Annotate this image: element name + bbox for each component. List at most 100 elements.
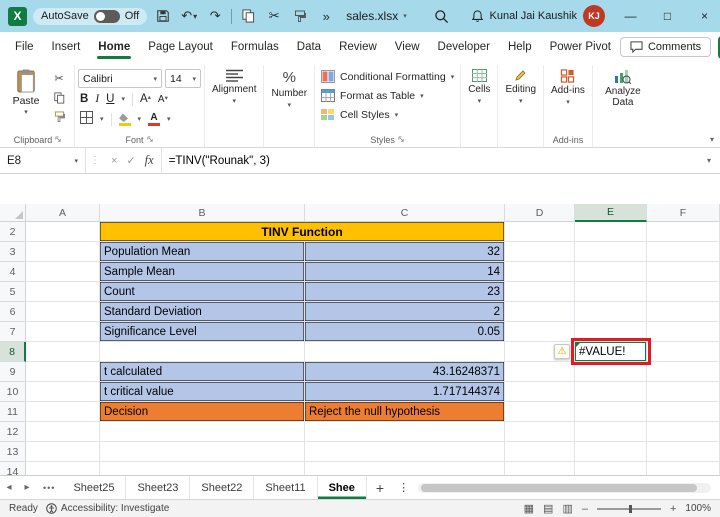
prev-sheet-button[interactable]: ◂ <box>0 482 18 493</box>
cell-B5[interactable]: Count <box>100 282 305 302</box>
cell-E5[interactable] <box>575 282 647 302</box>
font-name-select[interactable]: Calibri ▾ <box>78 69 162 88</box>
bold-button[interactable]: B <box>80 93 88 105</box>
decrease-font-button[interactable]: A▾ <box>158 94 168 105</box>
row-header-3[interactable]: 3 <box>0 242 26 262</box>
document-title[interactable]: sales.xlsx ▾ <box>342 9 411 23</box>
cell-C9[interactable]: 43.16248371 <box>305 362 505 382</box>
fill-color-dropdown-icon[interactable]: ▾ <box>138 115 142 123</box>
cell-B12[interactable] <box>100 422 305 442</box>
row-header-14[interactable]: 14 <box>0 462 26 475</box>
cell-A2[interactable] <box>26 222 100 242</box>
name-box[interactable]: E8 ▾ <box>0 148 86 173</box>
cell-D14[interactable] <box>505 462 575 475</box>
cell-E14[interactable] <box>575 462 647 475</box>
page-break-view-button[interactable]: ▥ <box>562 502 572 515</box>
editing-button[interactable]: Editing ▾ <box>501 65 540 105</box>
cell-B2[interactable]: TINV Function <box>100 222 505 242</box>
cell-C10[interactable]: 1.717144374 <box>305 382 505 402</box>
cell-A9[interactable] <box>26 362 100 382</box>
redo-button[interactable]: ↷ <box>205 5 225 27</box>
cell-D3[interactable] <box>505 242 575 262</box>
cell-E10[interactable] <box>575 382 647 402</box>
cell-C11[interactable]: Reject the null hypothesis <box>305 402 505 422</box>
font-color-dropdown-icon[interactable]: ▾ <box>167 115 171 123</box>
cell-C13[interactable] <box>305 442 505 462</box>
cell-C14[interactable] <box>305 462 505 475</box>
cell-A10[interactable] <box>26 382 100 402</box>
menu-tab-file[interactable]: File <box>6 34 43 60</box>
cell-C6[interactable]: 2 <box>305 302 505 322</box>
menu-tab-developer[interactable]: Developer <box>429 34 499 60</box>
column-header-A[interactable]: A <box>26 204 100 222</box>
horizontal-scrollbar-thumb[interactable] <box>421 483 697 492</box>
cell-A14[interactable] <box>26 462 100 475</box>
cut-button[interactable]: ✂ <box>264 5 284 27</box>
cell-D5[interactable] <box>505 282 575 302</box>
formula-bar-handle[interactable]: ⋮ <box>86 155 104 166</box>
column-header-B[interactable]: B <box>100 204 305 222</box>
zoom-slider-thumb[interactable] <box>628 504 632 513</box>
cell-E11[interactable] <box>575 402 647 422</box>
font-size-select[interactable]: 14 ▾ <box>165 69 201 88</box>
menu-tab-formulas[interactable]: Formulas <box>222 34 288 60</box>
cell-D8[interactable]: ⚠ <box>505 342 575 362</box>
cells-button[interactable]: Cells ▾ <box>464 65 494 105</box>
row-header-11[interactable]: 11 <box>0 402 26 422</box>
column-header-E[interactable]: E <box>575 204 647 222</box>
cell-E13[interactable] <box>575 442 647 462</box>
cell-F10[interactable] <box>647 382 720 402</box>
cell-F6[interactable] <box>647 302 720 322</box>
select-all-button[interactable] <box>0 204 26 222</box>
row-header-4[interactable]: 4 <box>0 262 26 282</box>
confirm-entry-button[interactable]: ✓ <box>126 154 135 167</box>
cell-D11[interactable] <box>505 402 575 422</box>
cell-A5[interactable] <box>26 282 100 302</box>
zoom-in-button[interactable]: + <box>670 503 676 515</box>
menu-tab-help[interactable]: Help <box>499 34 541 60</box>
toolbar-overflow-button[interactable]: » <box>316 5 336 27</box>
cell-D6[interactable] <box>505 302 575 322</box>
cell-A13[interactable] <box>26 442 100 462</box>
page-layout-view-button[interactable]: ▤ <box>543 502 553 515</box>
cell-F13[interactable] <box>647 442 720 462</box>
cell-F7[interactable] <box>647 322 720 342</box>
collapse-ribbon-icon[interactable]: ▾ <box>710 135 714 144</box>
row-header-7[interactable]: 7 <box>0 322 26 342</box>
cell-E2[interactable] <box>575 222 647 242</box>
underline-dropdown-icon[interactable]: ▾ <box>121 95 125 103</box>
menu-tab-data[interactable]: Data <box>288 34 330 60</box>
copy-ribbon-button[interactable] <box>49 89 69 106</box>
sheet-tab-sheet11[interactable]: Sheet11 <box>254 476 318 499</box>
font-color-button[interactable]: A <box>148 112 161 126</box>
cell-C12[interactable] <box>305 422 505 442</box>
comments-button[interactable]: Comments <box>619 37 712 57</box>
sheet-tab-sheet25[interactable]: Sheet25 <box>62 476 127 499</box>
conditional-formatting-button[interactable]: Conditional Formatting ▾ <box>318 67 457 86</box>
paste-button[interactable]: Paste ▾ <box>5 65 47 116</box>
cell-A11[interactable] <box>26 402 100 422</box>
autosave-control[interactable]: AutoSave Off <box>33 7 148 25</box>
cell-F4[interactable] <box>647 262 720 282</box>
sheet-tab-sheet22[interactable]: Sheet22 <box>190 476 255 499</box>
cell-E7[interactable] <box>575 322 647 342</box>
cell-B8[interactable] <box>100 342 305 362</box>
maximize-button[interactable]: □ <box>652 0 683 32</box>
cell-E12[interactable] <box>575 422 647 442</box>
sheet-tab-sheet23[interactable]: Sheet23 <box>126 476 191 499</box>
expand-formula-bar-icon[interactable]: ▾ <box>707 156 720 165</box>
italic-button[interactable]: I <box>95 93 99 105</box>
cell-E4[interactable] <box>575 262 647 282</box>
cancel-entry-button[interactable]: × <box>111 155 117 167</box>
cell-A4[interactable] <box>26 262 100 282</box>
minimize-button[interactable]: — <box>615 0 646 32</box>
row-header-9[interactable]: 9 <box>0 362 26 382</box>
copy-button[interactable] <box>238 5 258 27</box>
menu-tab-power-pivot[interactable]: Power Pivot <box>541 34 620 60</box>
row-header-8[interactable]: 8 <box>0 342 26 362</box>
cell-B4[interactable]: Sample Mean <box>100 262 305 282</box>
cell-A12[interactable] <box>26 422 100 442</box>
cell-C3[interactable]: 32 <box>305 242 505 262</box>
cell-E9[interactable] <box>575 362 647 382</box>
menu-tab-page-layout[interactable]: Page Layout <box>139 34 222 60</box>
